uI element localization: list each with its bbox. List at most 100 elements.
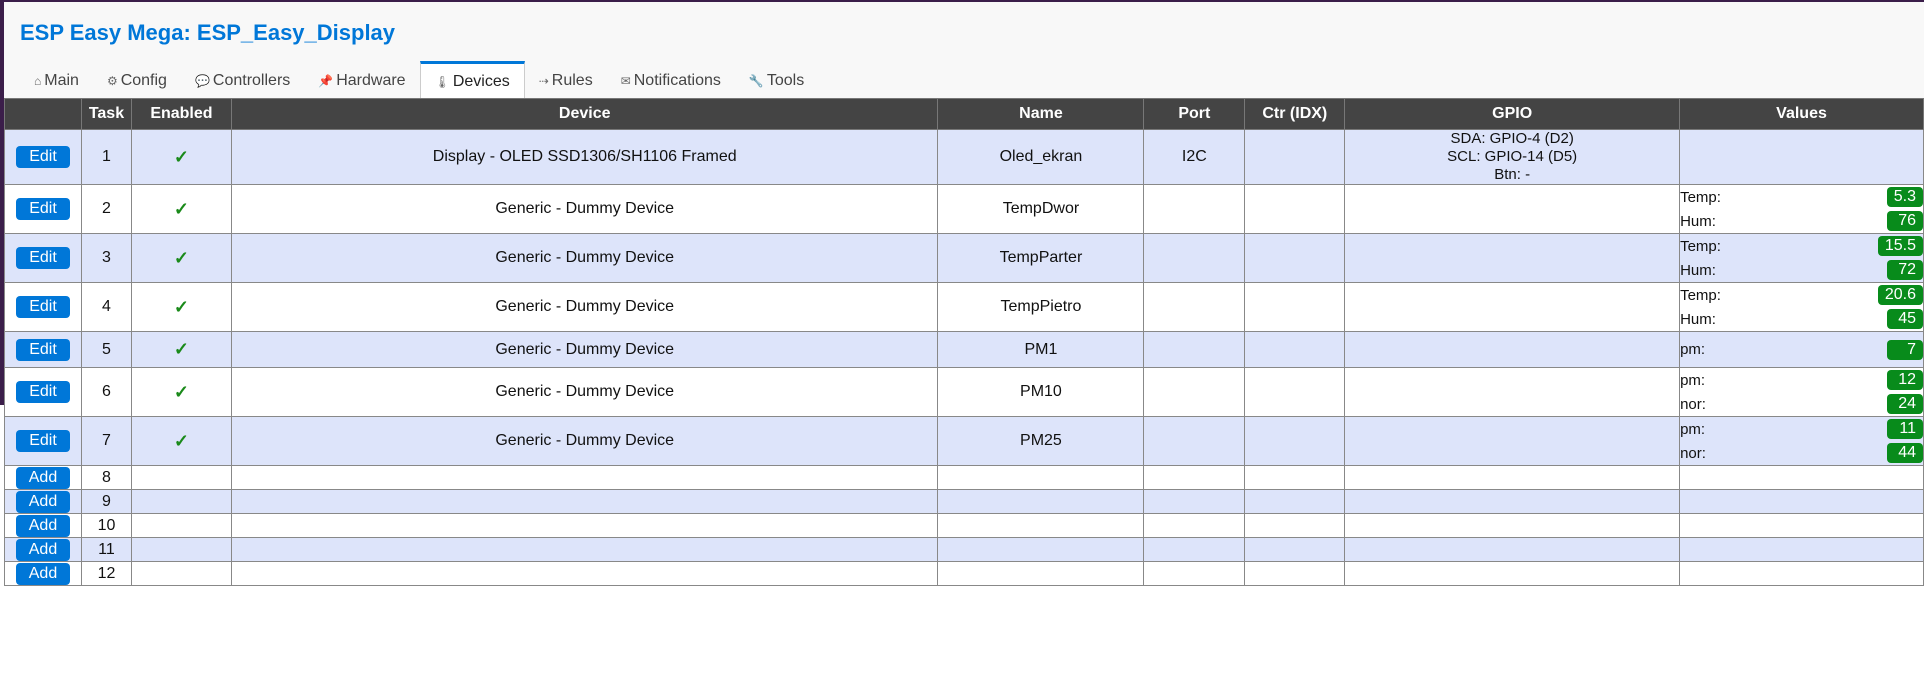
cell-ctr (1244, 537, 1346, 562)
task-number: 8 (80, 465, 132, 490)
value-row: nor: 44 (1680, 441, 1923, 465)
cell-device (230, 489, 939, 514)
cell-values: Temp: 5.3 Hum: 76 (1679, 184, 1924, 234)
table-row: Add 9 (4, 489, 1924, 514)
column-header: Device (230, 98, 939, 130)
action-cell: Add (4, 465, 82, 490)
tab-controllers[interactable]: 💬 Controllers (181, 63, 304, 99)
task-number: 11 (80, 537, 132, 562)
cell-gpio (1344, 465, 1681, 490)
value-badge: 15.5 (1877, 236, 1923, 256)
task-number: 6 (80, 367, 132, 417)
tab-label: Notifications (633, 72, 721, 89)
value-label: nor: (1680, 395, 1706, 413)
action-cell: Add (4, 561, 82, 586)
edit-button[interactable]: Edit (16, 247, 70, 269)
tab-label: Tools (766, 72, 805, 89)
cell-name: PM1 (937, 331, 1145, 368)
cell-values: Temp: 15.5 Hum: 72 (1679, 233, 1924, 283)
tab-main[interactable]: ⌂ Main (20, 63, 93, 99)
tab-notifications[interactable]: ✉ Notifications (607, 63, 735, 99)
table-row: Edit 7 ✓ Generic - Dummy Device PM25 pm: 11 nor… (4, 416, 1924, 466)
tab-label: Devices (452, 72, 510, 90)
wrench-icon: 🔧 (748, 74, 764, 88)
cell-device (230, 465, 939, 490)
table-row: Edit 4 ✓ Generic - Dummy Device TempPietro Te… (4, 282, 1924, 332)
task-number: 3 (80, 233, 132, 283)
value-badge: 24 (1887, 394, 1923, 414)
tab-config[interactable]: ⚙ Config (93, 63, 181, 99)
add-button[interactable]: Add (15, 490, 71, 513)
cell-name: TempPietro (937, 282, 1145, 332)
cell-port (1143, 537, 1246, 562)
enabled-cell (130, 489, 232, 514)
cell-values: pm: 12 nor: 24 (1679, 367, 1924, 417)
cell-device (230, 537, 939, 562)
cell-device: Display - OLED SSD1306/SH1106 Framed (230, 129, 939, 185)
cell-port (1143, 416, 1246, 466)
edit-button[interactable]: Edit (16, 430, 70, 452)
tab-label: Rules (551, 72, 593, 89)
value-label: nor: (1680, 444, 1706, 462)
cell-ctr (1244, 561, 1346, 586)
tab-tools[interactable]: 🔧 Tools (735, 63, 818, 99)
edit-button[interactable]: Edit (16, 338, 70, 361)
cell-values (1679, 489, 1924, 514)
value-label: Hum: (1680, 212, 1716, 230)
check-icon: ✓ (173, 198, 189, 219)
tab-devices[interactable]: 🌡 Devices (419, 61, 525, 99)
cell-name (937, 513, 1145, 538)
value-row: Temp: 15.5 (1680, 234, 1923, 258)
gear-icon: ⚙ (106, 74, 118, 88)
value-label: Hum: (1680, 261, 1716, 279)
add-button[interactable]: Add (15, 538, 71, 561)
enabled-cell: ✓ (130, 282, 232, 332)
cell-name: PM25 (937, 416, 1145, 466)
cell-device: Generic - Dummy Device (230, 416, 939, 466)
enabled-cell (130, 561, 232, 586)
task-number: 4 (80, 282, 132, 332)
value-row: Temp: 5.3 (1680, 185, 1923, 209)
action-cell: Edit (4, 129, 82, 185)
cell-port (1143, 233, 1246, 283)
cell-gpio (1344, 513, 1681, 538)
add-button[interactable]: Add (15, 514, 71, 537)
cell-ctr (1244, 331, 1346, 368)
edit-button[interactable]: Edit (16, 296, 70, 318)
edit-button[interactable]: Edit (16, 381, 70, 403)
cell-device: Generic - Dummy Device (230, 282, 939, 332)
cell-port (1143, 367, 1246, 417)
task-number: 2 (80, 184, 132, 234)
cell-port (1143, 465, 1246, 490)
value-badge: 76 (1887, 211, 1923, 231)
edit-button[interactable]: Edit (16, 146, 70, 168)
tab-label: Config (120, 72, 167, 89)
value-label: Temp: (1680, 188, 1721, 206)
cell-gpio (1344, 561, 1681, 586)
table-row: Add 12 (4, 561, 1924, 586)
check-icon: ✓ (173, 430, 189, 451)
add-button[interactable]: Add (15, 562, 71, 585)
value-badge: 72 (1887, 260, 1923, 280)
value-row: pm: 12 (1680, 368, 1923, 392)
action-cell: Edit (4, 367, 82, 417)
value-badge: 44 (1887, 443, 1923, 463)
cell-port (1143, 489, 1246, 514)
gpio-line: SDA: GPIO-4 (D2) (1450, 130, 1574, 147)
table-row: Add 8 (4, 465, 1924, 490)
enabled-cell: ✓ (130, 367, 232, 417)
enabled-cell: ✓ (130, 129, 232, 185)
enabled-cell: ✓ (130, 233, 232, 283)
cell-port (1143, 561, 1246, 586)
table-row: Edit 5 ✓ Generic - Dummy Device PM1 pm: 7 (4, 331, 1924, 368)
cell-ctr (1244, 465, 1346, 490)
edit-button[interactable]: Edit (16, 198, 70, 220)
cell-device: Generic - Dummy Device (230, 331, 939, 368)
tab-rules[interactable]: ⇢ Rules (525, 63, 607, 99)
column-header: Ctr (IDX) (1244, 98, 1346, 130)
task-number: 10 (80, 513, 132, 538)
add-button[interactable]: Add (15, 466, 71, 489)
action-cell: Edit (4, 233, 82, 283)
cell-values (1679, 513, 1924, 538)
tab-hardware[interactable]: 📌 Hardware (304, 63, 419, 99)
